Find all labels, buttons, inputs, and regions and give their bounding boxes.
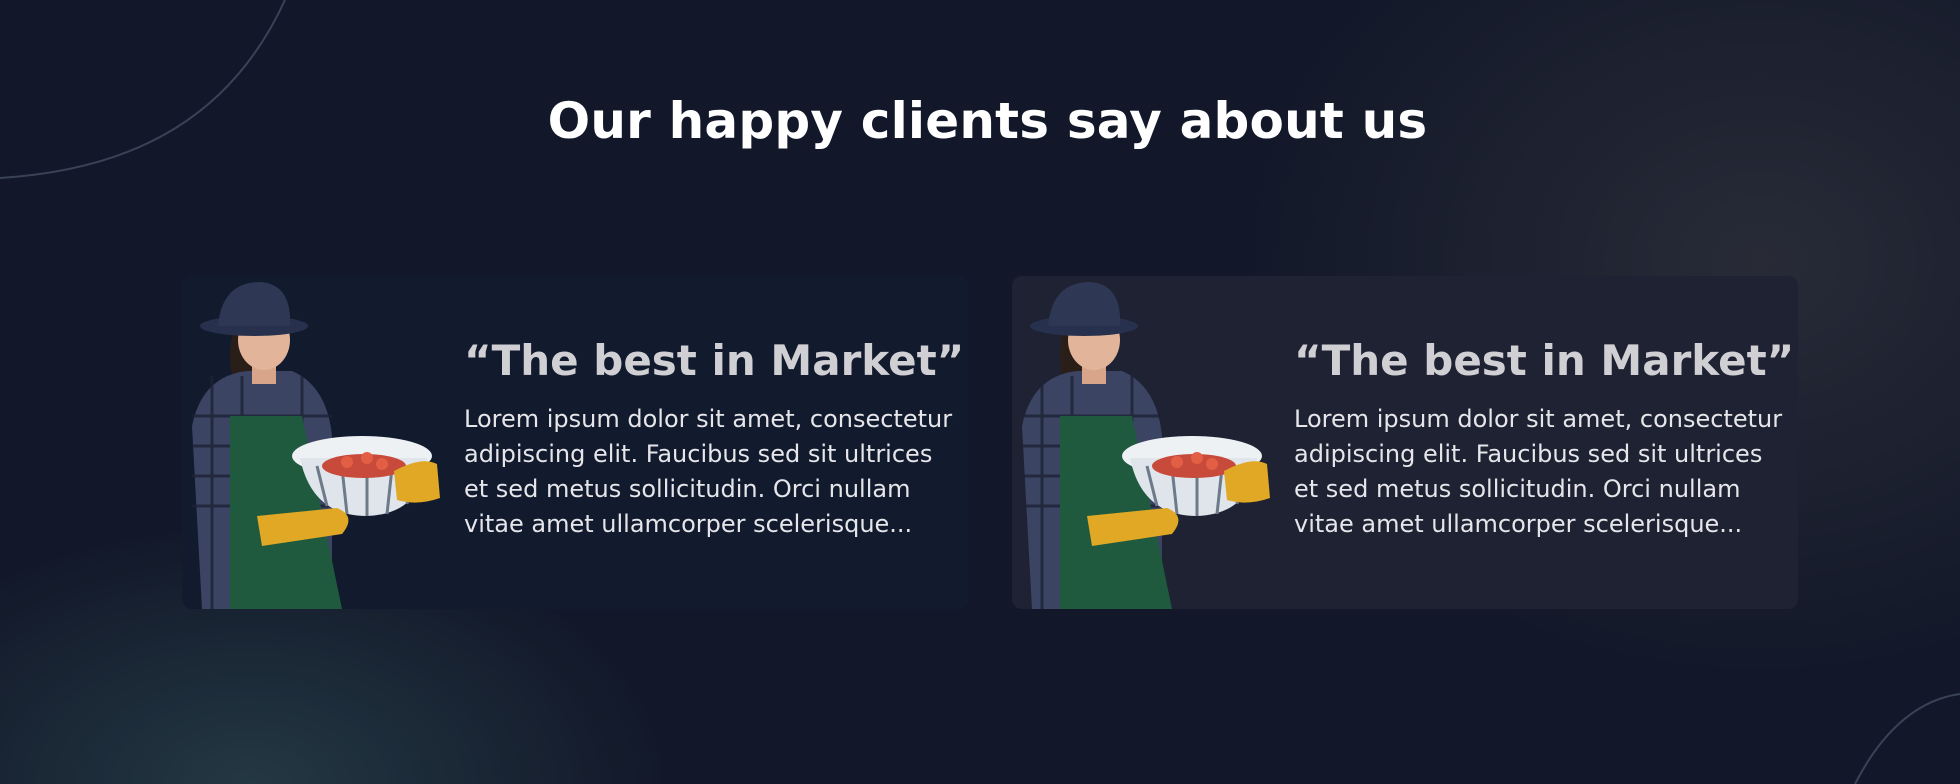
testimonial-quote: “The best in Market” (464, 336, 965, 385)
client-photo (192, 282, 440, 609)
client-photo (1022, 282, 1270, 609)
testimonial-body: Lorem ipsum dolor sit amet, consectetur … (464, 405, 953, 538)
testimonial-quote: “The best in Market” (1294, 336, 1795, 385)
testimonial-card[interactable]: “The best in Market” Lorem ipsum dolor s… (1012, 276, 1798, 609)
section-title: Our happy clients say about us (547, 92, 1428, 150)
testimonial-body: Lorem ipsum dolor sit amet, consectetur … (1294, 405, 1783, 538)
testimonial-card[interactable]: “The best in Market” Lorem ipsum dolor s… (182, 276, 968, 609)
